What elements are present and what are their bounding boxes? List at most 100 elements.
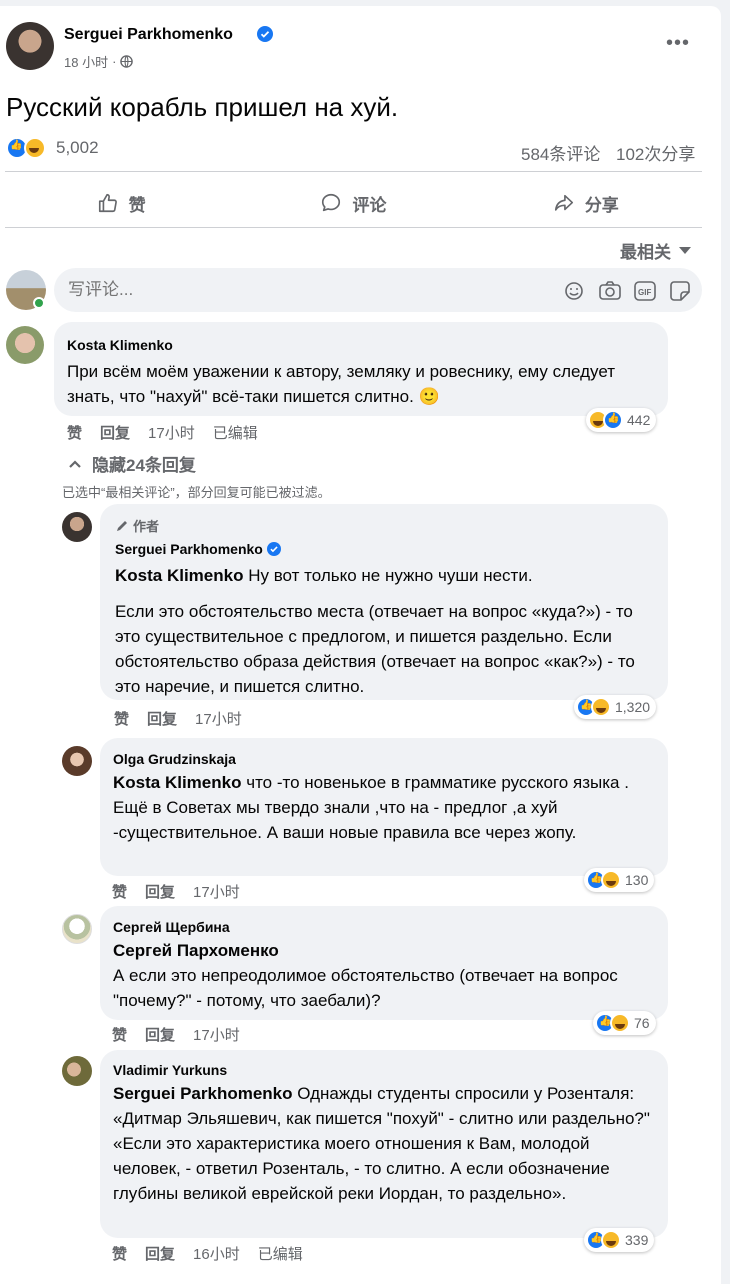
reply-avatar[interactable] — [62, 512, 92, 542]
thumbs-up-icon — [98, 193, 117, 213]
comment-time[interactable]: 17小时 — [148, 422, 195, 443]
share-button[interactable]: 分享 — [470, 178, 702, 228]
meta-separator: · — [112, 54, 117, 69]
comment-sort-dropdown[interactable]: 最相关 — [620, 238, 691, 263]
commenter-name[interactable]: Kosta Klimenko — [67, 337, 173, 353]
shares-count[interactable]: 102次分享 — [616, 140, 695, 165]
verified-badge-icon — [257, 26, 273, 42]
reply-text-line: Ну вот только не нужно чуши нести. — [243, 566, 533, 585]
mention-link[interactable]: Сергей Пархоменко — [113, 941, 279, 960]
caret-down-icon — [679, 246, 691, 254]
reply-text: Kosta Klimenko Ну вот только не нужно чу… — [115, 563, 655, 588]
mention-link[interactable]: Kosta Klimenko — [113, 773, 241, 792]
mention-link[interactable]: Kosta Klimenko — [115, 566, 243, 585]
comment-button[interactable]: 评论 — [237, 178, 469, 228]
post-card: Serguei Parkhomenko 18 小时 · ••• Русский … — [0, 6, 721, 1284]
reply-text: Сергей Пархоменко А если это непреодолимо… — [113, 938, 658, 1013]
reply-time[interactable]: 17小时 — [193, 1024, 240, 1045]
reply-actions: 赞 回复 17小时 — [112, 881, 240, 902]
sticker-icon[interactable] — [670, 281, 690, 301]
post-text: Русский корабль пришел на хуй. — [6, 92, 399, 122]
camera-icon[interactable] — [599, 281, 621, 301]
filter-note: 已选中“最相关评论”，部分回复可能已被过滤。 — [62, 485, 331, 500]
post-time[interactable]: 18 小时 — [64, 52, 108, 71]
comment-input[interactable] — [68, 278, 538, 302]
comment-icon — [322, 193, 341, 212]
emoji-icon[interactable] — [564, 281, 584, 301]
comment-reply-link[interactable]: 回复 — [100, 422, 130, 443]
comment-like-link[interactable]: 赞 — [67, 422, 82, 443]
verified-badge-icon — [266, 542, 281, 556]
reply-actions: 赞 回复 17小时 — [112, 1024, 240, 1045]
reply-time[interactable]: 16小时 — [193, 1243, 240, 1264]
reply-author[interactable]: Olga Grudzinskaja — [113, 751, 236, 767]
divider — [5, 227, 702, 228]
reply-author-name: Serguei Parkhomenko — [115, 541, 281, 557]
reply-reactions[interactable]: 76 — [593, 1011, 656, 1035]
haha-reaction-icon — [601, 870, 621, 890]
more-options-icon[interactable]: ••• — [666, 32, 690, 55]
reaction-count: 5,002 — [56, 138, 99, 157]
haha-reaction-icon — [601, 1230, 621, 1250]
reply-reactions[interactable]: 130 — [584, 868, 655, 892]
sort-label: 最相关 — [620, 243, 671, 262]
haha-reaction-icon — [591, 697, 611, 717]
reply-time[interactable]: 17小时 — [193, 881, 240, 902]
reply-time[interactable]: 17小时 — [195, 708, 242, 729]
share-label: 分享 — [584, 195, 619, 215]
reply-edited: 已编辑 — [257, 1246, 303, 1263]
like-button[interactable]: 赞 — [5, 178, 237, 228]
hide-replies-label: 隐藏24条回复 — [92, 456, 196, 475]
chevron-up-icon — [69, 459, 81, 468]
reaction-count: 1,320 — [615, 699, 651, 715]
author-badge-label: 作者 — [133, 519, 160, 534]
reply-like-link[interactable]: 赞 — [112, 1243, 127, 1264]
share-icon — [554, 194, 573, 211]
reply-reply-link[interactable]: 回复 — [147, 708, 177, 729]
comment-text: При всём моём уважении к автору, земляку… — [67, 362, 616, 406]
author-avatar[interactable] — [6, 22, 54, 70]
comment-reactions[interactable]: 442 — [586, 408, 657, 432]
reply-like-link[interactable]: 赞 — [114, 708, 129, 729]
reaction-count: 442 — [627, 412, 651, 428]
haha-reaction-icon — [610, 1013, 630, 1033]
post-meta: 18 小时 · — [64, 52, 134, 71]
reply-actions: 赞 回复 16小时 已编辑 — [112, 1243, 303, 1264]
reaction-count: 339 — [625, 1232, 649, 1248]
comment-label: 评论 — [352, 195, 387, 215]
haha-reaction-icon — [24, 137, 46, 159]
comment-composer[interactable]: GIF — [54, 268, 702, 312]
reply-text: Serguei Parkhomenko Однажды студенты спр… — [113, 1081, 658, 1206]
pencil-icon — [117, 520, 127, 531]
comments-count[interactable]: 584条评论 — [521, 140, 600, 165]
reply-avatar[interactable] — [62, 1056, 92, 1086]
reply-like-link[interactable]: 赞 — [112, 1024, 127, 1045]
reply-author[interactable]: Vladimir Yurkuns — [113, 1062, 227, 1078]
post-actions: 赞 评论 分享 — [5, 178, 702, 228]
reply-reply-link[interactable]: 回复 — [145, 1243, 175, 1264]
post-author[interactable]: Serguei Parkhomenko — [64, 26, 233, 44]
reply-text: Kosta Klimenko что -то новенькое в грамм… — [113, 770, 658, 845]
reaction-summary[interactable]: 5,002 — [6, 137, 99, 159]
reply-reactions[interactable]: 1,320 — [574, 695, 657, 719]
divider — [5, 171, 702, 172]
reply-avatar[interactable] — [62, 746, 92, 776]
reply-reply-link[interactable]: 回复 — [145, 881, 175, 902]
reply-reply-link[interactable]: 回复 — [145, 1024, 175, 1045]
reply-author[interactable]: Сергей Щербина — [113, 919, 230, 935]
commenter-avatar[interactable] — [6, 326, 44, 364]
reaction-count: 130 — [625, 872, 649, 888]
hide-replies-toggle[interactable]: 隐藏24条回复 — [68, 451, 196, 476]
online-status-dot — [33, 297, 45, 309]
reaction-count: 76 — [634, 1015, 650, 1031]
reply-like-link[interactable]: 赞 — [112, 881, 127, 902]
reply-reactions[interactable]: 339 — [584, 1228, 655, 1252]
like-reaction-icon — [603, 410, 623, 430]
comment-edited: 已编辑 — [212, 425, 258, 442]
reply-author[interactable]: Serguei Parkhomenko — [115, 541, 263, 557]
author-badge: 作者 — [115, 516, 159, 535]
reply-avatar[interactable] — [62, 914, 92, 944]
svg-text:GIF: GIF — [638, 288, 651, 297]
gif-icon[interactable]: GIF — [634, 281, 656, 301]
mention-link[interactable]: Serguei Parkhomenko — [113, 1084, 293, 1103]
